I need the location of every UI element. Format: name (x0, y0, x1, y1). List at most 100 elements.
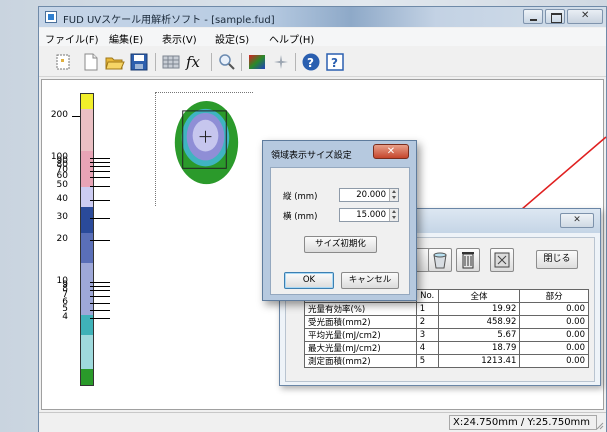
color-map-icon[interactable] (247, 52, 267, 72)
menu-file[interactable]: ファイル(F) (45, 31, 99, 46)
close-icon: ✕ (581, 10, 590, 21)
width-input[interactable]: 15.000 (339, 208, 399, 222)
menu-view[interactable]: 表示(V) (162, 31, 197, 46)
width-spinner[interactable] (389, 209, 398, 221)
row-total: 18.79 (437, 341, 521, 355)
context-help-glyph: ? (331, 56, 338, 70)
clear-selection-icon[interactable] (490, 248, 514, 272)
new-page-icon[interactable] (53, 52, 73, 72)
scale-tick (90, 218, 110, 219)
open-folder-icon[interactable] (105, 52, 125, 72)
menu-settings[interactable]: 設定(S) (215, 31, 249, 46)
scale-tick (90, 166, 110, 167)
row-no: 1 (415, 302, 439, 316)
cancel-button[interactable]: キャンセル (341, 272, 399, 289)
app-icon (45, 11, 57, 23)
scale-tick (90, 158, 110, 159)
results-close-x-button[interactable]: ✕ (560, 213, 594, 228)
toolbar-separator (155, 53, 156, 71)
scale-tick (90, 310, 110, 311)
coordinate-readout: X:24.750mm / Y:25.750mm (449, 415, 597, 430)
trash-icon[interactable] (456, 248, 480, 272)
height-spinner[interactable] (389, 189, 398, 201)
save-disk-icon[interactable] (129, 52, 149, 72)
toolbar-separator (295, 53, 296, 71)
scale-tick (90, 290, 110, 291)
menu-help[interactable]: ヘルプ(H) (269, 31, 314, 46)
scale-tick (90, 186, 110, 187)
row-total: 458.92 (437, 315, 521, 329)
scale-label: 20 (56, 234, 68, 244)
resize-grip-icon[interactable] (596, 422, 604, 430)
grid-icon[interactable] (161, 52, 181, 72)
scale-tick (90, 282, 110, 283)
row-name: 最大光量(mJ/cm2) (304, 341, 417, 355)
maximize-button[interactable] (545, 9, 565, 24)
height-value: 20.000 (356, 190, 386, 200)
size-dialog-close-button[interactable]: ✕ (373, 144, 409, 159)
sparkle-icon[interactable] (271, 52, 291, 72)
row-no: 5 (415, 354, 439, 368)
row-part: 0.00 (519, 354, 589, 368)
function-fx-icon[interactable]: fx (185, 52, 205, 72)
row-no: 3 (415, 328, 439, 342)
ok-button[interactable]: OK (284, 272, 334, 289)
row-no: 4 (415, 341, 439, 355)
scale-label: 50 (56, 180, 68, 190)
height-label: 縦 (mm) (283, 192, 318, 202)
minimize-button[interactable] (523, 9, 543, 24)
scale-tick (90, 171, 110, 172)
size-dialog-title: 領域表示サイズ設定 (271, 151, 352, 161)
bucket-tool-button[interactable] (428, 248, 452, 272)
size-dialog-body: 縦 (mm) 20.000 横 (mm) 15.000 サイズ初期化 OK キャ… (270, 167, 410, 295)
help-icon[interactable]: ? (301, 52, 321, 72)
scale-tick (72, 116, 80, 117)
scale-label: 40 (56, 194, 68, 204)
scale-tick (90, 177, 110, 178)
column-header: 部分 (519, 289, 589, 303)
scale-tick (90, 318, 110, 319)
table-row: 受光面積(mm2) 2 458.92 0.00 (304, 315, 589, 329)
close-dialog-button[interactable]: 閉じる (536, 250, 578, 269)
fx-text: fx (185, 53, 201, 71)
context-help-icon[interactable]: ? (325, 52, 345, 72)
table-row: 測定面積(mm2) 5 1213.41 0.00 (304, 354, 589, 368)
column-header: 全体 (437, 289, 521, 303)
uv-preview-image[interactable] (155, 92, 253, 206)
title-bar[interactable]: FUD UVスケール用解析ソフト - [sample.fud] ✕ (39, 7, 606, 27)
row-part: 0.00 (519, 302, 589, 316)
scale-label: 4 (62, 312, 68, 322)
width-label: 横 (mm) (283, 212, 318, 222)
size-settings-dialog: 領域表示サイズ設定 ✕ 縦 (mm) 20.000 横 (mm) 15.000 … (262, 140, 417, 301)
width-value: 15.000 (356, 210, 386, 220)
height-input[interactable]: 20.000 (339, 188, 399, 202)
scale-tick (90, 240, 110, 241)
toolbar-separator (241, 53, 242, 71)
row-name: 受光面積(mm2) (304, 315, 417, 329)
menu-bar: ファイル(F) 編集(E) 表示(V) 設定(S) ヘルプ(H) (39, 28, 606, 46)
column-header: No. (415, 289, 439, 303)
magnifier-icon[interactable] (217, 52, 237, 72)
table-row: 光量有効率(%) 1 19.92 0.00 (304, 302, 589, 316)
toolbar: fx ? ? (39, 47, 606, 77)
close-button[interactable]: ✕ (567, 9, 603, 24)
row-name: 光量有効率(%) (304, 302, 417, 316)
status-bar: X:24.750mm / Y:25.750mm (39, 412, 606, 432)
row-no: 2 (415, 315, 439, 329)
new-document-icon[interactable] (81, 52, 101, 72)
scale-tick (90, 286, 110, 287)
reset-size-button[interactable]: サイズ初期化 (304, 236, 377, 253)
row-total: 19.92 (437, 302, 521, 316)
scale-tick (90, 296, 110, 297)
row-part: 0.00 (519, 341, 589, 355)
row-total: 1213.41 (437, 354, 521, 368)
toolbar-separator (211, 53, 212, 71)
row-part: 0.00 (519, 315, 589, 329)
scale-tick (90, 200, 110, 201)
scale-tick (90, 303, 110, 304)
menu-edit[interactable]: 編集(E) (109, 31, 143, 46)
scale-label: 200 (50, 110, 68, 120)
scale-label: 30 (56, 212, 68, 222)
help-glyph: ? (307, 56, 314, 70)
row-name: 平均光量(mJ/cm2) (304, 328, 417, 342)
